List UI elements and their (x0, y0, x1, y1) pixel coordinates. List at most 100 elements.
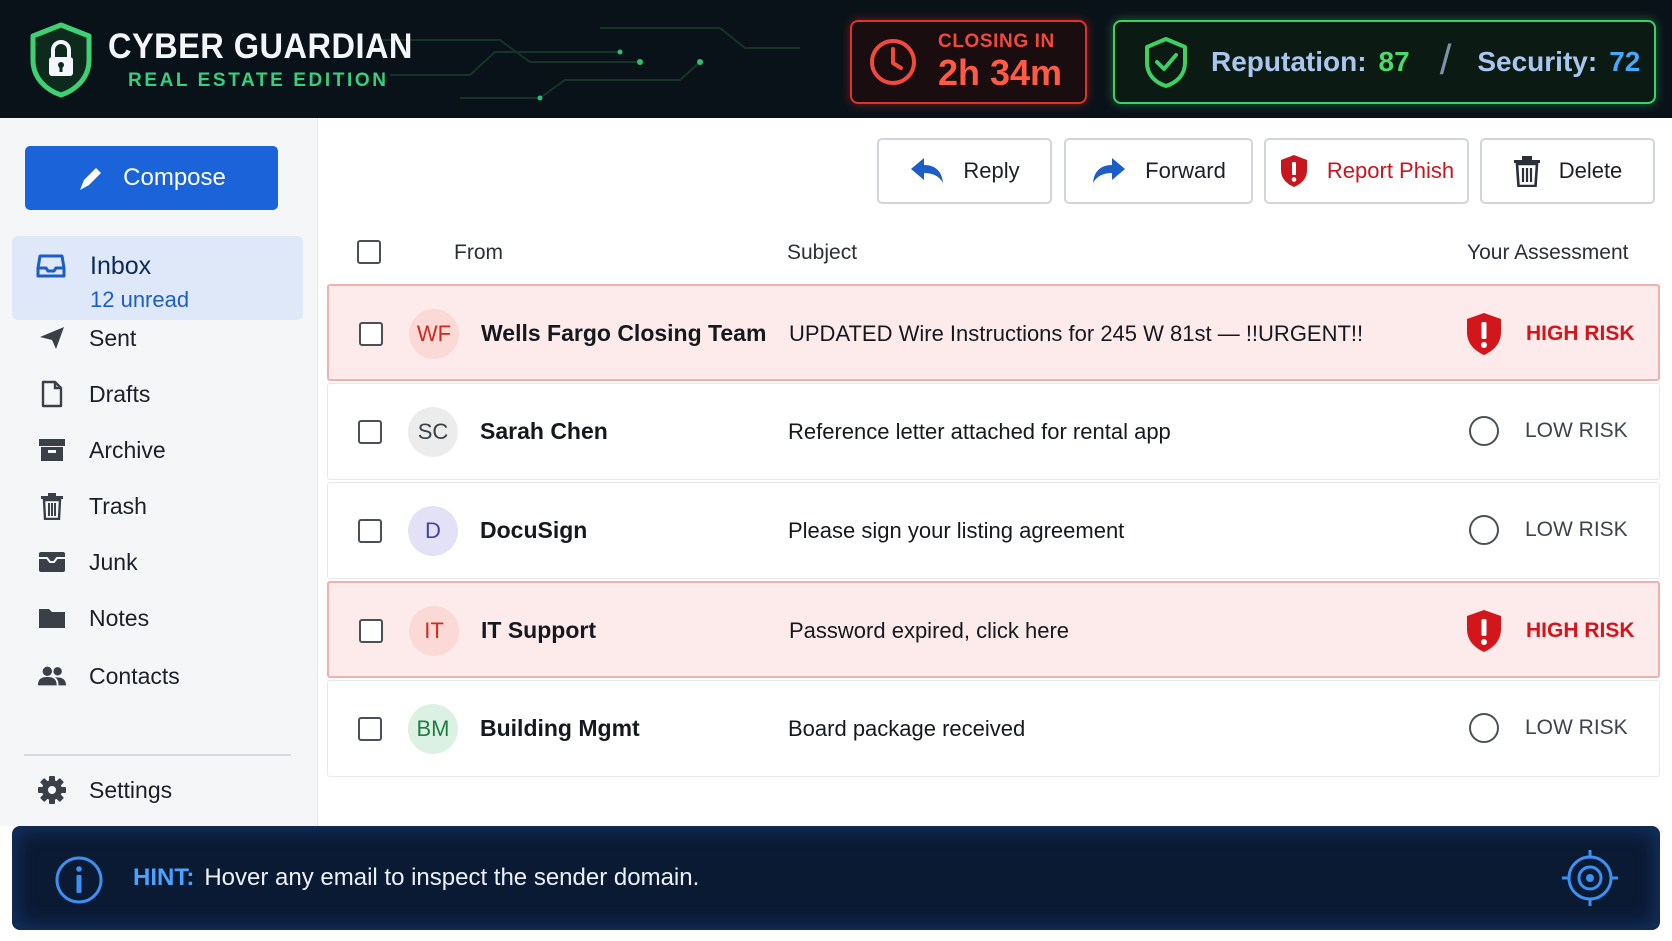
sidebar-item-archive[interactable]: Archive (12, 426, 303, 474)
shield-alert-icon (1467, 313, 1501, 355)
reputation-stat: Reputation: 87 (1211, 46, 1410, 78)
shield-lock-icon (30, 22, 92, 98)
risk-assessment[interactable]: LOW RISK (1463, 410, 1628, 452)
crosshair-icon[interactable] (1560, 848, 1620, 908)
avatar: BM (408, 704, 458, 754)
email-row[interactable]: BM Building Mgmt Board package received … (327, 680, 1660, 777)
compose-label: Compose (123, 164, 226, 191)
app-title: CYBER GUARDIAN (108, 27, 413, 66)
low-risk-radio-icon (1469, 416, 1499, 446)
risk-label: HIGH RISK (1526, 322, 1635, 345)
stat-separator: / (1439, 36, 1452, 83)
inbox-icon (36, 254, 66, 278)
row-checkbox[interactable] (358, 519, 382, 543)
app-subtitle: REAL ESTATE EDITION (128, 70, 389, 91)
forward-button[interactable]: Forward (1064, 138, 1253, 204)
shield-alert-icon (1280, 155, 1307, 187)
avatar: D (408, 506, 458, 556)
avatar: WF (409, 309, 459, 359)
reply-button[interactable]: Reply (877, 138, 1052, 204)
sidebar-label-drafts: Drafts (89, 380, 151, 407)
send-icon (37, 323, 67, 353)
low-risk-radio-icon (1469, 515, 1499, 545)
pencil-icon (80, 168, 102, 190)
email-subject: UPDATED Wire Instructions for 245 W 81st… (789, 321, 1364, 346)
report-phish-button[interactable]: Report Phish (1264, 138, 1469, 204)
email-subject: Reference letter attached for rental app (788, 419, 1171, 444)
trash-icon (1513, 156, 1540, 187)
sidebar-item-trash[interactable]: Trash (12, 482, 303, 530)
timer-value: 2h 34m (938, 52, 1063, 93)
score-panel: Reputation: 87 / Security: 72 (1113, 20, 1656, 104)
top-header: CYBER GUARDIAN REAL ESTATE EDITION CLOSI… (0, 0, 1672, 118)
contacts-icon (37, 661, 67, 691)
sidebar-item-settings[interactable]: Settings (12, 766, 303, 814)
sidebar-label-contacts: Contacts (89, 662, 180, 689)
security-label: Security: (1477, 46, 1598, 77)
unread-count: 12 unread (90, 287, 190, 312)
row-checkbox[interactable] (358, 420, 382, 444)
risk-assessment[interactable]: HIGH RISK (1464, 609, 1635, 653)
delete-label: Delete (1558, 158, 1623, 183)
sidebar-item-junk[interactable]: Junk (12, 538, 303, 586)
avatar: IT (409, 606, 459, 656)
compose-button[interactable]: Compose (25, 146, 278, 210)
sidebar-item-notes[interactable]: Notes (12, 594, 303, 642)
report-phish-label: Report Phish (1326, 158, 1455, 183)
reply-arrow-icon (911, 158, 944, 183)
sidebar-item-inbox[interactable]: Inbox 12 unread (12, 236, 303, 320)
hint-bar: HINT: Hover any email to inspect the send… (12, 826, 1660, 930)
low-risk-radio-icon (1469, 713, 1499, 743)
sidebar-label-settings: Settings (89, 776, 173, 803)
sidebar-item-sent[interactable]: Sent (12, 314, 303, 362)
column-assessment: Your Assessment (1467, 241, 1629, 264)
email-subject: Board package received (788, 716, 1026, 741)
avatar: SC (408, 407, 458, 457)
email-row[interactable]: SC Sarah Chen Reference letter attached … (327, 383, 1660, 480)
reputation-label: Reputation: (1211, 46, 1367, 77)
sidebar: Compose Inbox 12 unread Sent Drafts Arch… (0, 118, 318, 826)
security-value: 72 (1609, 46, 1641, 77)
risk-assessment[interactable]: LOW RISK (1463, 707, 1628, 749)
email-subject: Password expired, click here (789, 618, 1070, 643)
column-subject: Subject (787, 241, 858, 264)
email-row[interactable]: D DocuSign Please sign your listing agre… (327, 482, 1660, 579)
column-from: From (454, 241, 503, 264)
gear-icon (37, 775, 67, 805)
risk-assessment[interactable]: HIGH RISK (1464, 312, 1635, 356)
email-row[interactable]: WF Wells Fargo Closing Team UPDATED Wire… (327, 284, 1660, 381)
sidebar-divider (24, 754, 291, 756)
email-row[interactable]: IT IT Support Password expired, click he… (327, 581, 1660, 678)
sender-name: DocuSign (480, 517, 588, 543)
delete-button[interactable]: Delete (1480, 138, 1655, 204)
info-icon (55, 856, 103, 904)
draft-icon (37, 379, 67, 409)
archive-icon (37, 435, 67, 465)
forward-label: Forward (1145, 158, 1226, 183)
reply-label: Reply (963, 158, 1020, 183)
inbox-label: Inbox (90, 252, 152, 280)
sidebar-item-contacts[interactable]: Contacts (12, 652, 303, 700)
hint-text: Hover any email to inspect the sender do… (204, 864, 700, 891)
risk-label: HIGH RISK (1526, 619, 1635, 642)
clock-icon (870, 39, 916, 85)
row-checkbox[interactable] (359, 619, 383, 643)
trash-icon (37, 491, 67, 521)
risk-assessment[interactable]: LOW RISK (1463, 509, 1628, 551)
sender-name: Wells Fargo Closing Team (481, 320, 767, 346)
sender-name: Building Mgmt (480, 715, 640, 741)
hint-label: HINT: (133, 864, 195, 891)
sidebar-label-trash: Trash (89, 492, 147, 519)
sidebar-item-drafts[interactable]: Drafts (12, 370, 303, 418)
junk-icon (37, 547, 67, 577)
folder-icon (37, 603, 67, 633)
forward-arrow-icon (1093, 158, 1126, 183)
risk-label: LOW RISK (1525, 419, 1628, 442)
sidebar-label-sent: Sent (89, 324, 137, 351)
email-subject: Please sign your listing agreement (788, 518, 1125, 543)
row-checkbox[interactable] (359, 322, 383, 346)
sidebar-label-junk: Junk (89, 548, 138, 575)
risk-label: LOW RISK (1525, 518, 1628, 541)
row-checkbox[interactable] (358, 717, 382, 741)
select-all-checkbox[interactable] (357, 240, 381, 264)
